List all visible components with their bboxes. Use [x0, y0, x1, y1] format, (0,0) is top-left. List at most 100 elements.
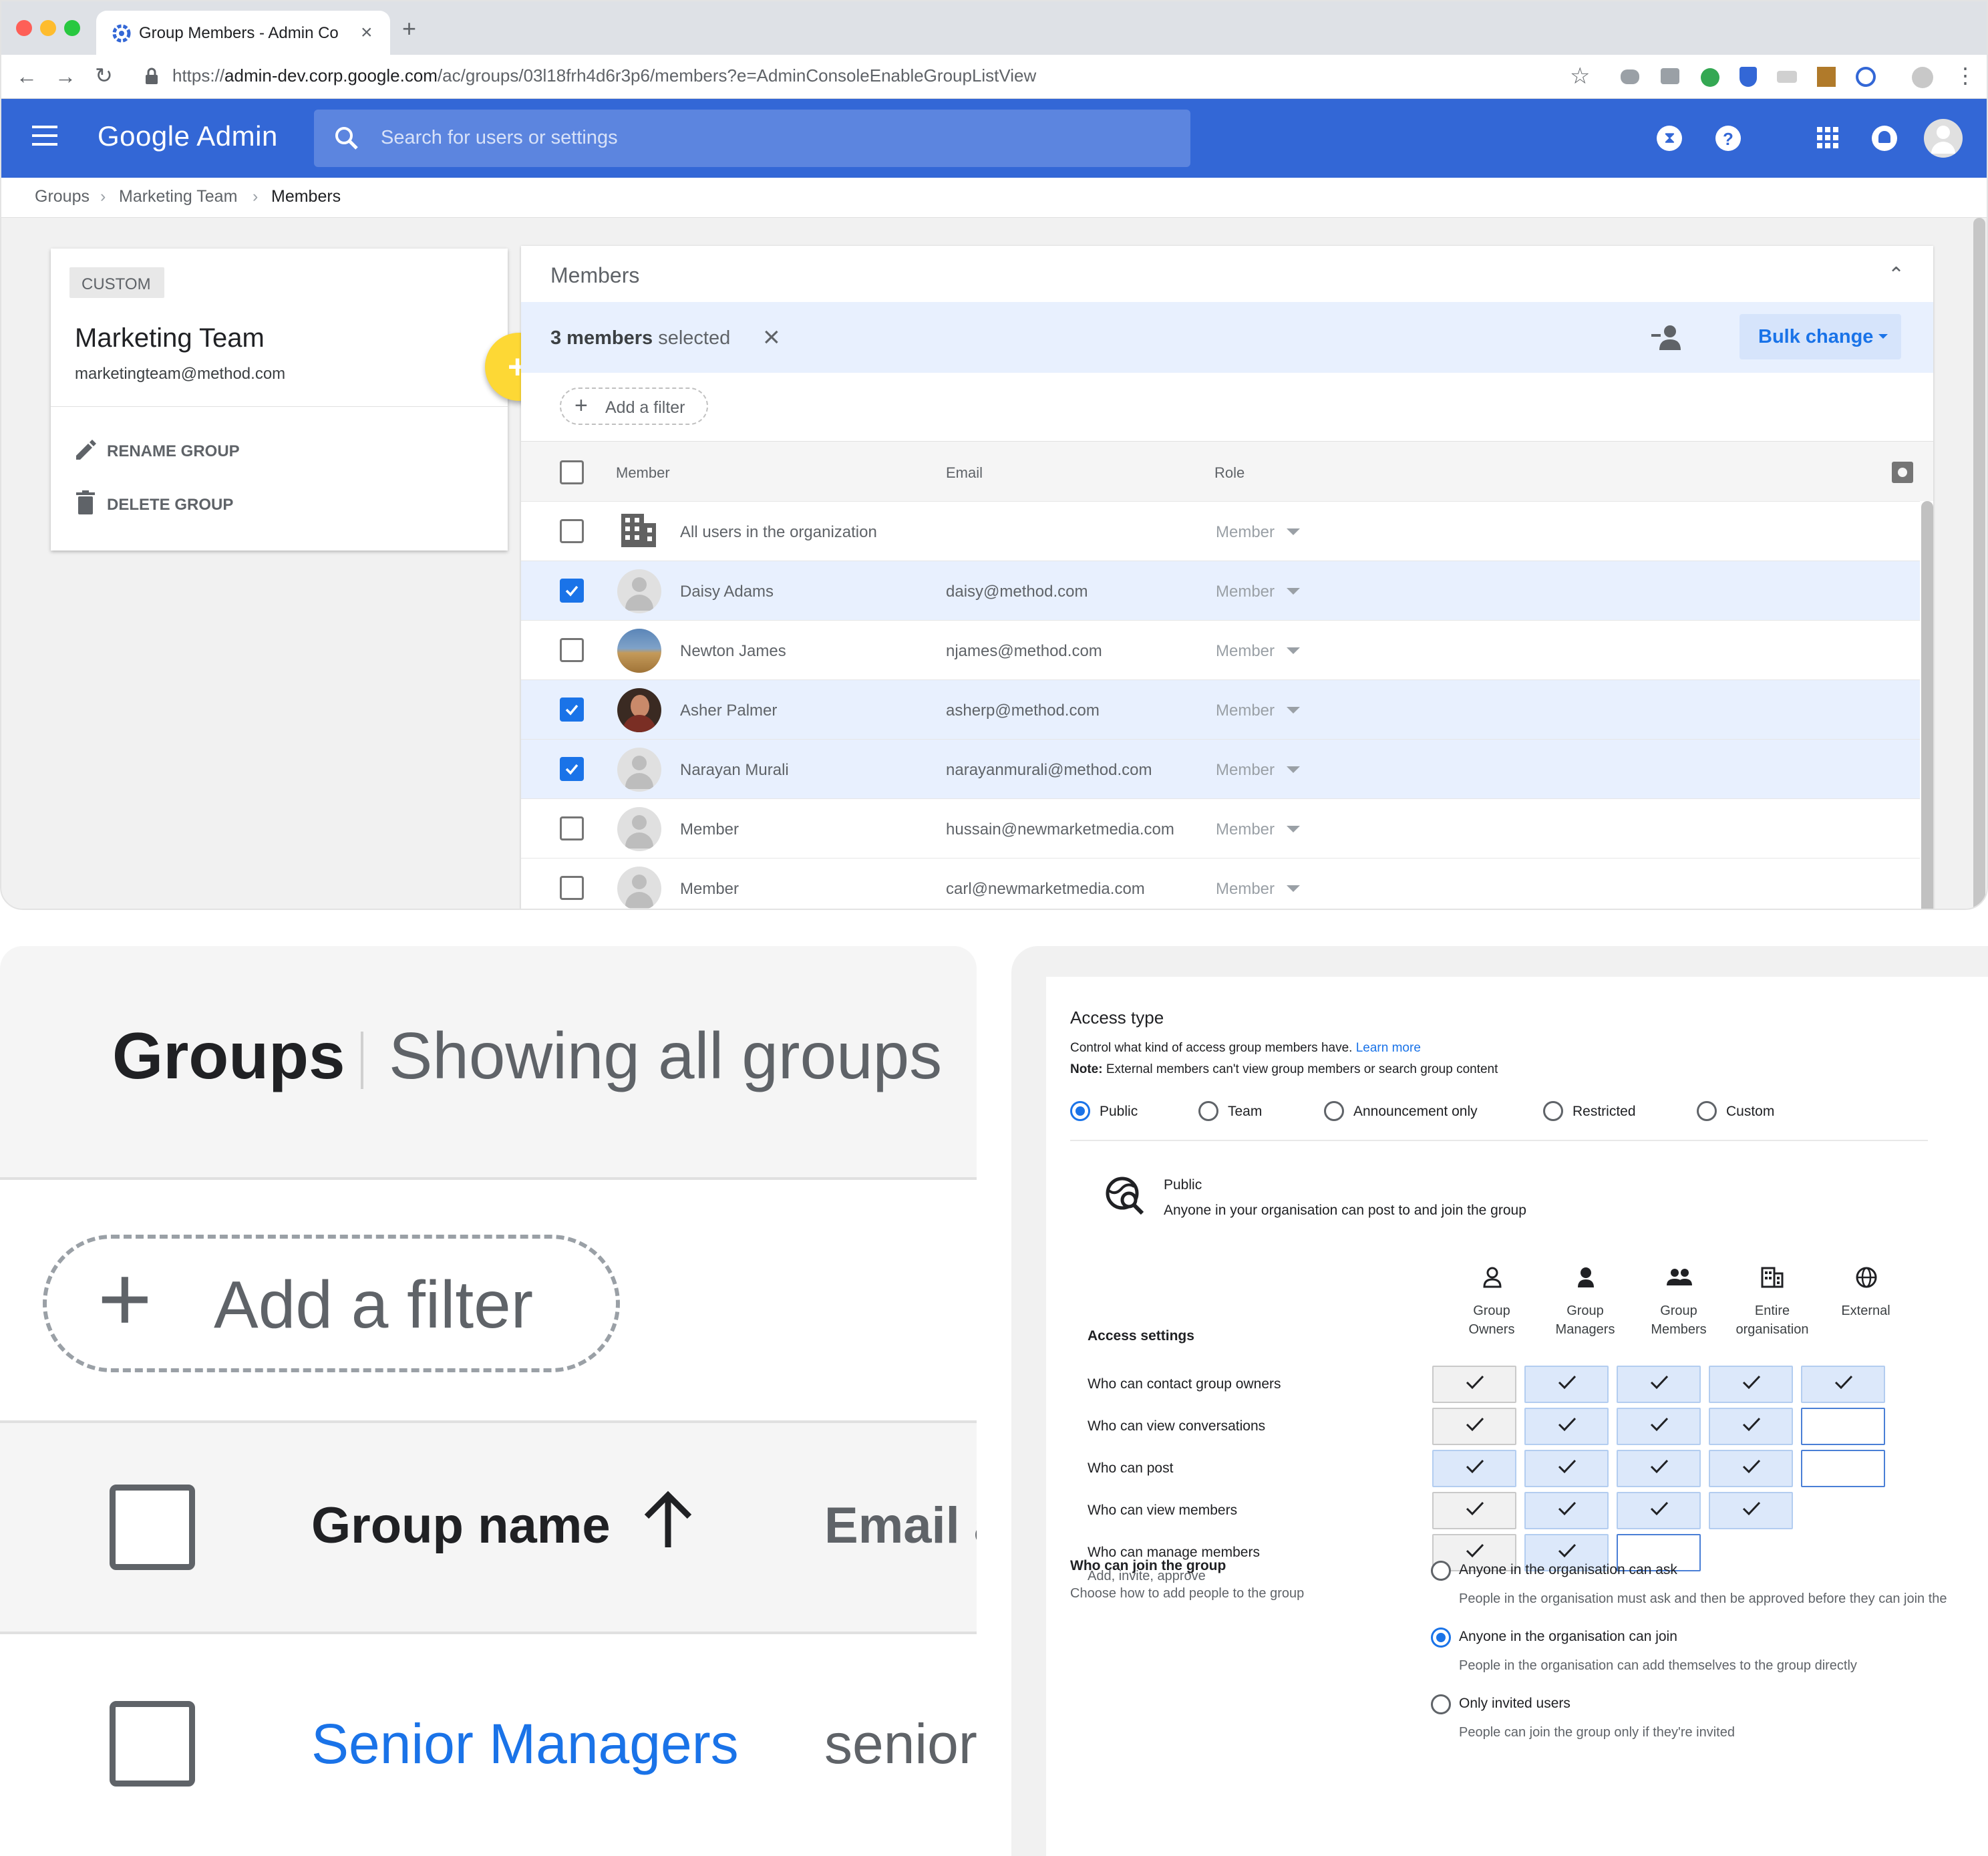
- select-all-checkbox[interactable]: [110, 1485, 195, 1570]
- role-dropdown-arrow-icon[interactable]: [1287, 826, 1300, 832]
- apps-grid-icon[interactable]: [1817, 127, 1838, 148]
- permission-cell[interactable]: [1801, 1450, 1885, 1487]
- permission-cell[interactable]: [1709, 1366, 1793, 1403]
- notifications-icon[interactable]: [1872, 126, 1897, 151]
- permission-cell[interactable]: [1801, 1366, 1885, 1403]
- table-row[interactable]: Member carl@newmarketmedia.com Member: [521, 858, 1920, 909]
- group-name-link[interactable]: Senior Managers: [311, 1712, 739, 1776]
- account-avatar[interactable]: [1924, 119, 1963, 158]
- permission-cell[interactable]: [1709, 1492, 1793, 1529]
- role-dropdown-arrow-icon[interactable]: [1287, 707, 1300, 714]
- new-tab-icon[interactable]: +: [402, 15, 416, 43]
- breadcrumb-marketing-team[interactable]: Marketing Team: [119, 187, 237, 206]
- close-window-button[interactable]: [16, 20, 32, 36]
- radio-restricted[interactable]: [1543, 1101, 1563, 1121]
- forward-icon[interactable]: →: [55, 64, 76, 89]
- permission-cell[interactable]: [1524, 1492, 1609, 1529]
- table-row[interactable]: Daisy Adams daisy@method.com Member: [521, 561, 1920, 620]
- collapse-chevron-icon[interactable]: ⌃: [1888, 263, 1904, 287]
- rename-group-button[interactable]: RENAME GROUP: [73, 437, 341, 464]
- permission-cell[interactable]: [1524, 1408, 1609, 1445]
- hourglass-icon[interactable]: ⧗: [1657, 126, 1682, 151]
- role-dropdown[interactable]: Member: [1216, 820, 1275, 839]
- page-scrollbar[interactable]: [1973, 218, 1985, 909]
- column-header-email[interactable]: Email: [946, 464, 983, 482]
- permission-cell[interactable]: [1432, 1366, 1516, 1403]
- radio-public[interactable]: [1070, 1101, 1090, 1121]
- radio-only-invited[interactable]: [1431, 1694, 1451, 1714]
- learn-more-link[interactable]: Learn more: [1356, 1041, 1421, 1055]
- permission-cell[interactable]: [1432, 1492, 1516, 1529]
- remove-member-icon[interactable]: [1651, 325, 1681, 350]
- radio-team[interactable]: [1198, 1101, 1218, 1121]
- breadcrumb-groups[interactable]: Groups: [35, 187, 90, 206]
- row-checkbox[interactable]: [560, 638, 584, 662]
- bulk-change-button[interactable]: Bulk change: [1740, 314, 1901, 359]
- table-row[interactable]: Asher Palmer asherp@method.com Member: [521, 679, 1920, 739]
- role-dropdown-arrow-icon[interactable]: [1287, 647, 1300, 654]
- google-admin-logo[interactable]: Google Admin: [98, 120, 278, 152]
- column-header-group-name[interactable]: Group name: [311, 1497, 611, 1555]
- row-checkbox[interactable]: [560, 519, 584, 543]
- radio-anyone-can-ask[interactable]: [1431, 1561, 1451, 1581]
- role-dropdown[interactable]: Member: [1216, 761, 1275, 780]
- profile-icon[interactable]: [1912, 67, 1933, 88]
- browser-tab[interactable]: Group Members - Admin Conso ×: [96, 11, 390, 55]
- radio-announcement-only[interactable]: [1324, 1101, 1344, 1121]
- table-row[interactable]: All users in the organization Member: [521, 501, 1920, 561]
- role-dropdown-arrow-icon[interactable]: [1287, 588, 1300, 595]
- column-header-member[interactable]: Member: [616, 464, 670, 482]
- row-checkbox[interactable]: [560, 876, 584, 900]
- green-extension-icon[interactable]: [1701, 68, 1719, 87]
- role-dropdown-arrow-icon[interactable]: [1287, 766, 1300, 773]
- search-box[interactable]: Search for users or settings: [314, 110, 1190, 167]
- shield-extension-icon[interactable]: [1740, 67, 1757, 87]
- add-filter-chip[interactable]: + Add a filter: [560, 388, 708, 425]
- permission-cell[interactable]: [1432, 1450, 1516, 1487]
- permission-cell[interactable]: [1617, 1408, 1701, 1445]
- bookmark-star-icon[interactable]: ☆: [1570, 63, 1590, 90]
- table-row[interactable]: Member hussain@newmarketmedia.com Member: [521, 798, 1920, 858]
- table-scrollbar[interactable]: [1921, 501, 1933, 909]
- column-header-role[interactable]: Role: [1214, 464, 1245, 482]
- row-checkbox[interactable]: [110, 1701, 195, 1787]
- search-input[interactable]: Search for users or settings: [381, 127, 618, 149]
- permission-cell[interactable]: [1617, 1366, 1701, 1403]
- back-icon[interactable]: ←: [16, 64, 37, 89]
- role-dropdown[interactable]: Member: [1216, 880, 1275, 899]
- maximize-window-button[interactable]: [64, 20, 80, 36]
- role-dropdown[interactable]: Member: [1216, 702, 1275, 720]
- permission-cell[interactable]: [1617, 1450, 1701, 1487]
- browser-menu-icon[interactable]: ⋮: [1955, 63, 1976, 88]
- radio-custom[interactable]: [1697, 1101, 1717, 1121]
- target-extension-icon[interactable]: [1856, 67, 1876, 87]
- role-dropdown[interactable]: Member: [1216, 642, 1275, 661]
- minimize-window-button[interactable]: [40, 20, 56, 36]
- help-icon[interactable]: ?: [1715, 126, 1741, 151]
- role-dropdown-arrow-icon[interactable]: [1287, 885, 1300, 892]
- clear-selection-icon[interactable]: ×: [763, 321, 780, 354]
- close-tab-icon[interactable]: ×: [361, 21, 373, 44]
- table-row[interactable]: Senior Managers senior: [0, 1634, 977, 1856]
- table-row[interactable]: Narayan Murali narayanmurali@method.com …: [521, 739, 1920, 798]
- select-all-checkbox[interactable]: [560, 460, 584, 484]
- row-checkbox[interactable]: [560, 698, 584, 722]
- reload-icon[interactable]: ↻: [95, 63, 113, 88]
- role-dropdown-arrow-icon[interactable]: [1287, 528, 1300, 535]
- column-header-email[interactable]: Email a: [824, 1497, 977, 1555]
- radio-anyone-can-join[interactable]: [1431, 1628, 1451, 1648]
- delete-group-button[interactable]: DELETE GROUP: [73, 490, 341, 517]
- table-row[interactable]: Newton James njames@method.com Member: [521, 620, 1920, 679]
- film-extension-icon[interactable]: [1817, 67, 1836, 87]
- add-filter-chip[interactable]: + Add a filter: [43, 1235, 620, 1372]
- row-checkbox[interactable]: [560, 757, 584, 781]
- drive-extension-icon[interactable]: [1621, 69, 1639, 84]
- row-checkbox[interactable]: [560, 579, 584, 603]
- sort-ascending-arrow-icon[interactable]: [641, 1489, 695, 1549]
- permission-cell[interactable]: [1432, 1408, 1516, 1445]
- row-checkbox[interactable]: [560, 816, 584, 840]
- url-field[interactable]: https://admin-dev.corp.google.com/ac/gro…: [172, 65, 1036, 86]
- column-settings-gear-icon[interactable]: [1892, 462, 1913, 483]
- role-dropdown[interactable]: Member: [1216, 583, 1275, 601]
- permission-cell[interactable]: [1524, 1450, 1609, 1487]
